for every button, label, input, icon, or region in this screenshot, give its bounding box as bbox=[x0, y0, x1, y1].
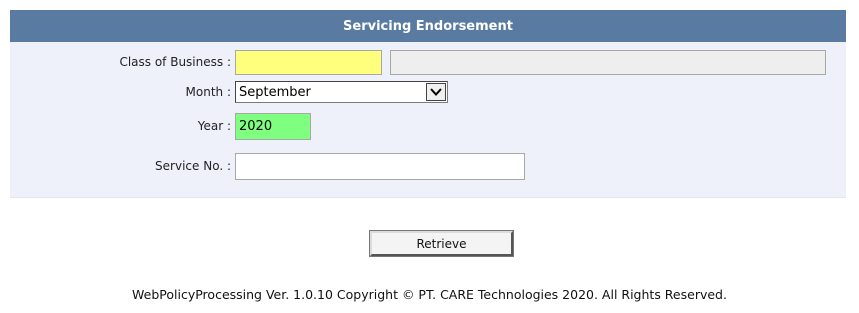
year-row: Year : bbox=[10, 112, 311, 140]
panel-title: Servicing Endorsement bbox=[10, 10, 846, 42]
year-label: Year : bbox=[197, 119, 231, 133]
form-body: Class of Business : Month : September Ye… bbox=[10, 42, 846, 198]
year-input[interactable] bbox=[235, 112, 311, 140]
service-no-row: Service No. : bbox=[10, 152, 525, 180]
month-label: Month : bbox=[185, 85, 231, 99]
month-selected-value: September bbox=[239, 84, 311, 100]
retrieve-button[interactable]: Retrieve bbox=[369, 230, 514, 257]
class-of-business-description-field bbox=[390, 49, 826, 75]
chevron-down-icon[interactable] bbox=[426, 83, 446, 101]
month-row: Month : September bbox=[10, 79, 448, 105]
class-of-business-code-input[interactable] bbox=[235, 49, 382, 75]
month-select[interactable]: September bbox=[235, 81, 448, 103]
class-of-business-label: Class of Business : bbox=[119, 55, 231, 69]
service-no-label: Service No. : bbox=[155, 159, 231, 173]
servicing-endorsement-panel: Servicing Endorsement Class of Business … bbox=[10, 10, 846, 198]
copyright-footer: WebPolicyProcessing Ver. 1.0.10 Copyrigh… bbox=[132, 287, 727, 302]
service-no-input[interactable] bbox=[235, 152, 525, 180]
class-of-business-row: Class of Business : bbox=[10, 49, 826, 75]
page: Servicing Endorsement Class of Business … bbox=[0, 0, 859, 313]
